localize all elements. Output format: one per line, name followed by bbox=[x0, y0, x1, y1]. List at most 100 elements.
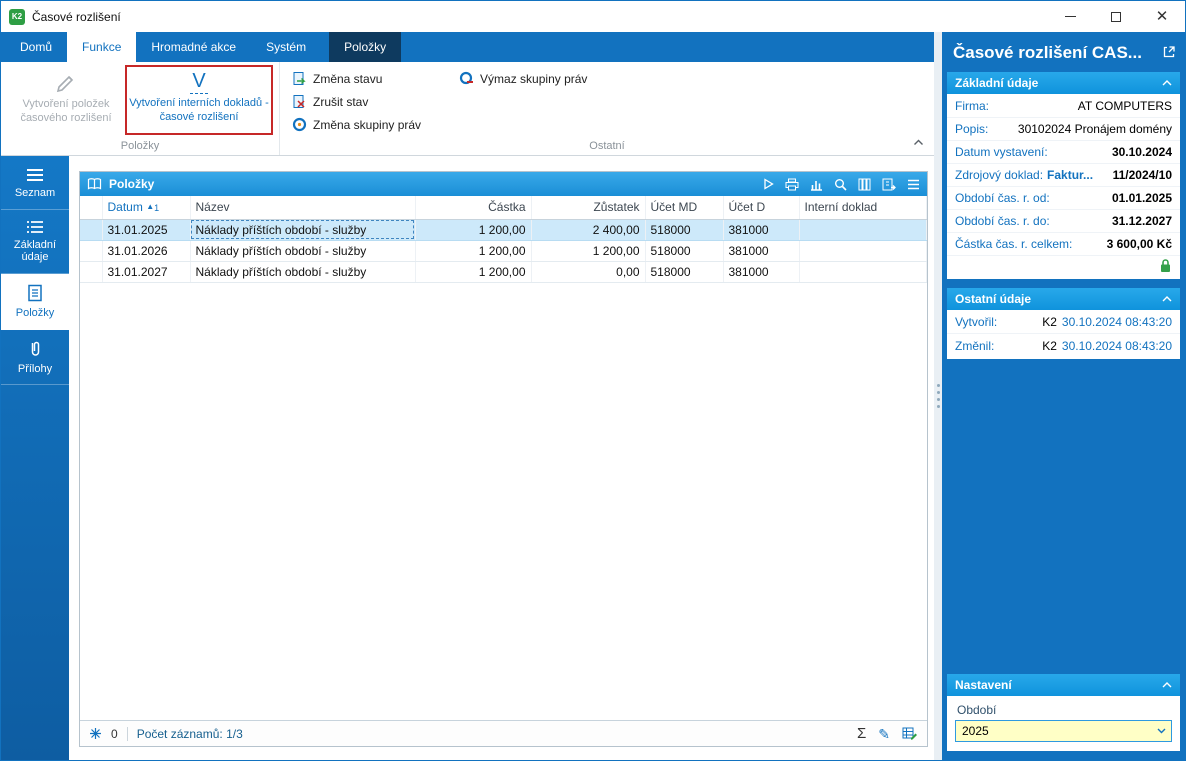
search-icon[interactable] bbox=[834, 178, 847, 191]
cell-castka: 1 200,00 bbox=[415, 219, 532, 241]
sort-asc-icon: ▲ bbox=[146, 202, 155, 212]
collapse-icon[interactable] bbox=[1162, 296, 1172, 302]
sidebar-item-seznam[interactable]: Seznam bbox=[1, 158, 69, 210]
sidebar-item-prilohy[interactable]: Přílohy bbox=[1, 330, 69, 386]
delete-rights-group-icon bbox=[459, 71, 474, 85]
cell-zustatek: 1 200,00 bbox=[531, 240, 646, 262]
ribbon-group-label-polozky: Položky bbox=[120, 140, 160, 152]
section-header-label: Ostatní údaje bbox=[955, 292, 1032, 306]
period-input[interactable] bbox=[956, 721, 1152, 741]
tab-domu[interactable]: Domů bbox=[5, 32, 67, 62]
sidebar-item-polozky[interactable]: Položky bbox=[1, 273, 69, 330]
run-icon[interactable] bbox=[763, 178, 774, 190]
tab-polozky[interactable]: Položky bbox=[329, 32, 402, 62]
chevron-down-icon[interactable] bbox=[1152, 721, 1171, 741]
ribbon-collapse-button[interactable] bbox=[913, 135, 924, 149]
cell-ucet-md: 518000 bbox=[645, 261, 724, 283]
list-icon bbox=[27, 169, 43, 181]
source-document-link[interactable]: Faktur... bbox=[1047, 168, 1093, 182]
column-datum[interactable]: Datum ▲1 bbox=[102, 196, 191, 220]
column-interni-doklad[interactable]: Interní doklad bbox=[799, 196, 927, 220]
cell-datum: 31.01.2025 bbox=[102, 219, 191, 241]
create-internal-docs-label: Vytvoření interních dokladů - časové roz… bbox=[129, 97, 269, 123]
chart-icon[interactable] bbox=[810, 178, 823, 191]
section-header[interactable]: Ostatní údaje bbox=[947, 288, 1180, 310]
lock-row bbox=[947, 256, 1180, 277]
collapse-icon[interactable] bbox=[1162, 682, 1172, 688]
items-table: Datum ▲1 Název Částka Zůstatek Účet MD Ú… bbox=[80, 196, 927, 283]
paperclip-icon bbox=[31, 341, 40, 356]
column-ucet-md[interactable]: Účet MD bbox=[645, 196, 724, 220]
print-icon[interactable] bbox=[785, 178, 799, 191]
maximize-icon bbox=[1111, 11, 1121, 22]
tab-hromadne-akce[interactable]: Hromadné akce bbox=[136, 32, 251, 62]
delete-rights-group-label: Výmaz skupiny práv bbox=[480, 71, 588, 86]
cell-castka: 1 200,00 bbox=[415, 240, 532, 262]
cell-interni bbox=[799, 261, 927, 283]
field-vytvoril: Vytvořil: K2 30.10.2024 08:43:20 bbox=[947, 311, 1180, 334]
export-icon[interactable] bbox=[882, 178, 896, 191]
snowflake-icon[interactable] bbox=[89, 727, 102, 740]
cell-ucet-d: 381000 bbox=[723, 219, 800, 241]
panel-splitter[interactable] bbox=[934, 32, 942, 760]
change-status-icon bbox=[293, 72, 306, 85]
table-row[interactable]: 31.01.2026 Náklady příštích období - slu… bbox=[80, 240, 927, 262]
cell-ucet-md: 518000 bbox=[645, 219, 724, 241]
change-rights-group-icon bbox=[292, 117, 307, 132]
delete-rights-group-button[interactable]: Výmaz skupiny práv bbox=[453, 67, 593, 90]
table-row[interactable]: 31.01.2025 Náklady příštích období - slu… bbox=[80, 219, 927, 241]
cell-nazev: Náklady příštích období - služby bbox=[190, 261, 416, 283]
column-ucet-d[interactable]: Účet D bbox=[723, 196, 800, 220]
column-marker bbox=[80, 196, 103, 220]
cancel-status-button[interactable]: Zrušit stav bbox=[286, 90, 427, 113]
change-status-button[interactable]: Změna stavu bbox=[286, 67, 427, 90]
section-ostatni-udaje: Ostatní údaje Vytvořil: K2 30.10.2024 08:… bbox=[947, 288, 1180, 359]
field-castka-celkem: Částka čas. r. celkem: 3 600,00 Kč bbox=[947, 233, 1180, 256]
popout-icon[interactable] bbox=[1162, 45, 1176, 62]
lock-icon bbox=[1161, 259, 1170, 272]
detail-panel: Časové rozlišení CAS... Základní údaje F… bbox=[942, 32, 1185, 760]
grid-status-bar: 0 Počet záznamů: 1/3 Σ ✎ bbox=[80, 720, 927, 746]
field-obdobi-od: Období čas. r. od: 01.01.2025 bbox=[947, 187, 1180, 210]
change-rights-group-button[interactable]: Změna skupiny práv bbox=[286, 113, 427, 136]
edit-icon[interactable]: ✎ bbox=[878, 727, 890, 741]
create-items-button: Vytvoření položek časového rozlišení bbox=[7, 65, 125, 137]
section-header-label: Nastavení bbox=[955, 678, 1012, 692]
sidebar-item-zakladni-udaje[interactable]: Základní údaje bbox=[1, 210, 69, 274]
cell-interni bbox=[799, 219, 927, 241]
create-items-label: Vytvoření položek časového rozlišení bbox=[20, 98, 112, 124]
close-button[interactable]: ✕ bbox=[1139, 1, 1185, 32]
content-area: Položky Datum ▲1 Název Částka Zůstatek Ú… bbox=[69, 156, 934, 760]
collapse-icon[interactable] bbox=[1162, 80, 1172, 86]
column-nazev[interactable]: Název bbox=[190, 196, 416, 220]
section-header[interactable]: Základní údaje bbox=[947, 72, 1180, 94]
ribbon: Vytvoření položek časového rozlišení V V… bbox=[1, 62, 934, 156]
cell-interni bbox=[799, 240, 927, 262]
column-zustatek[interactable]: Zůstatek bbox=[531, 196, 646, 220]
minimize-button[interactable] bbox=[1047, 1, 1093, 32]
sum-icon[interactable]: Σ bbox=[857, 726, 866, 741]
app-icon: K2 bbox=[9, 8, 25, 25]
cell-zustatek: 0,00 bbox=[531, 261, 646, 283]
section-header[interactable]: Nastavení bbox=[947, 674, 1180, 696]
table-row[interactable]: 31.01.2027 Náklady příštích období - slu… bbox=[80, 261, 927, 283]
maximize-button[interactable] bbox=[1093, 1, 1139, 32]
menu-icon[interactable] bbox=[907, 179, 920, 190]
sidebar-item-label: Přílohy bbox=[17, 362, 53, 375]
change-rights-group-label: Změna skupiny práv bbox=[313, 117, 422, 132]
cancel-status-icon bbox=[293, 95, 305, 108]
create-internal-docs-button[interactable]: V Vytvoření interních dokladů - časové r… bbox=[125, 65, 273, 135]
shortcut-v-glyph: V bbox=[190, 70, 208, 94]
field-popis: Popis: 30102024 Pronájem domény bbox=[947, 118, 1180, 141]
tab-funkce[interactable]: Funkce bbox=[67, 32, 137, 62]
ribbon-group-label-ostatni: Ostatní bbox=[589, 140, 625, 152]
window-title: Časové rozlišení bbox=[32, 9, 121, 24]
columns-icon[interactable] bbox=[858, 178, 871, 191]
section-zakladni-udaje: Základní údaje Firma: AT COMPUTERS Popis… bbox=[947, 72, 1180, 279]
grid-edit-icon[interactable] bbox=[902, 727, 918, 741]
column-castka[interactable]: Částka bbox=[415, 196, 532, 220]
period-field-label: Období bbox=[957, 703, 997, 717]
period-combobox[interactable] bbox=[955, 720, 1172, 742]
table-header-row: Datum ▲1 Název Částka Zůstatek Účet MD Ú… bbox=[80, 196, 927, 220]
tab-system[interactable]: Systém bbox=[251, 32, 321, 62]
